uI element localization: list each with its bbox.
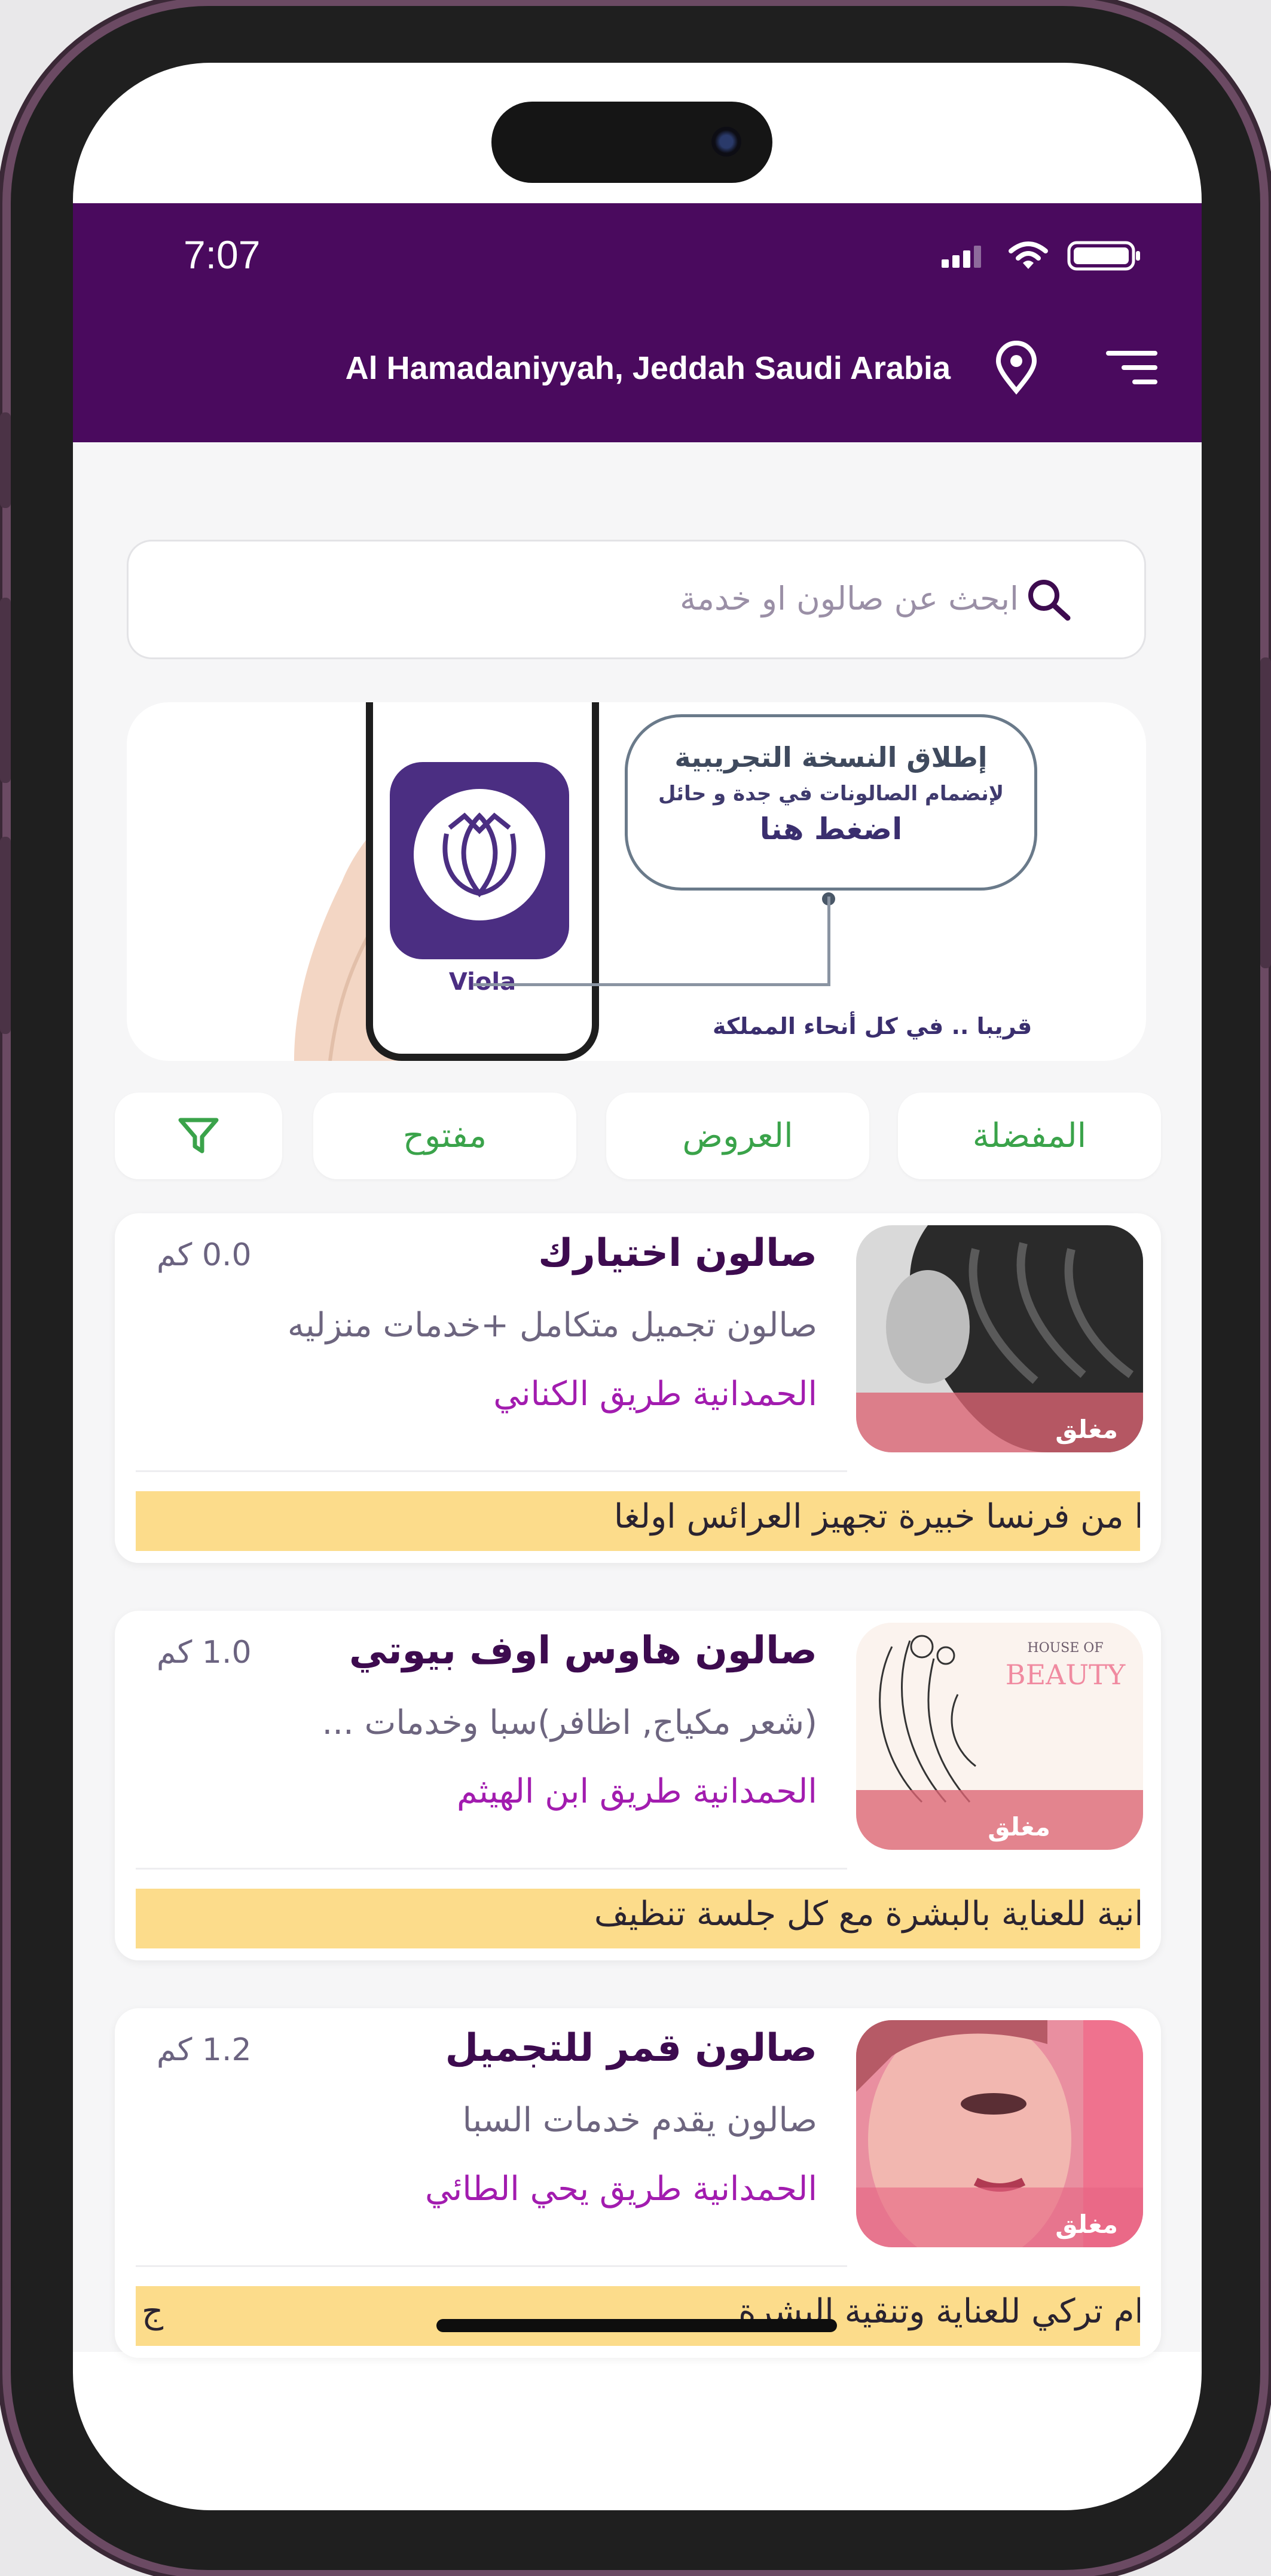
status-icons bbox=[942, 240, 1142, 271]
status-time: 7:07 bbox=[184, 232, 261, 277]
promo-ticker: ام تركي للعناية وتنقية البشرة ج bbox=[136, 2286, 1140, 2346]
salon-distance: 1.0 كم bbox=[157, 1635, 252, 1671]
salon-name[interactable]: صالون اختيارك bbox=[538, 1231, 817, 1275]
status-badge: مغلق bbox=[988, 1812, 1050, 1841]
salon-name[interactable]: صالون قمر للتجميل bbox=[445, 2026, 817, 2070]
promo-ticker: ا من فرنسا خبيرة تجهيز العرائس اولغا bbox=[136, 1491, 1140, 1551]
banner-cta-bubble[interactable]: إطلاق النسخة التجريبية لإنضمام الصالونات… bbox=[625, 714, 1037, 891]
salon-address: الحمدانية طريق يحي الطائي bbox=[424, 2170, 817, 2208]
app: 7:07 Al Hamadaniyyah, Jeddah Saudi Arabi… bbox=[73, 203, 1202, 2358]
status-badge: مغلق bbox=[1055, 1415, 1118, 1444]
salon-image: HOUSE OF BEAUTY مغلق bbox=[856, 1623, 1143, 1850]
connector-line bbox=[473, 983, 830, 986]
signal-icon bbox=[942, 246, 981, 268]
salon-image: مغلق bbox=[856, 1225, 1143, 1452]
banner-line1: إطلاق النسخة التجريبية bbox=[674, 741, 988, 773]
promo-banner[interactable]: Viola إطلاق النسخة التجريبية لإنضمام الص… bbox=[127, 702, 1146, 1061]
salon-description: صالون تجميل متكامل +خدمات منزليه bbox=[287, 1306, 817, 1345]
search-placeholder: ابحث عن صالون او خدمة bbox=[680, 580, 1019, 617]
promo-text-next: ج bbox=[142, 2292, 164, 2331]
wifi-icon bbox=[1009, 241, 1048, 269]
home-indicator[interactable] bbox=[436, 2319, 837, 2332]
logo-text-main: BEAUTY bbox=[1005, 1659, 1126, 1691]
salon-card[interactable]: مغلق صالون اختيارك 0.0 كم صالون تجميل مت… bbox=[115, 1213, 1161, 1563]
current-location[interactable]: Al Hamadaniyyah, Jeddah Saudi Arabia bbox=[346, 350, 951, 387]
app-header: 7:07 Al Hamadaniyyah, Jeddah Saudi Arabi… bbox=[73, 203, 1202, 442]
camera-icon bbox=[711, 127, 741, 157]
salon-description: (شعر مكياج, اظافر)سبا وخدمات ... bbox=[322, 1703, 817, 1742]
divider bbox=[136, 1868, 847, 1870]
filter-button[interactable] bbox=[115, 1093, 282, 1179]
salon-address: الحمدانية طريق الكناني bbox=[493, 1375, 817, 1414]
banner-cta[interactable]: اضغط هنا bbox=[628, 812, 1034, 846]
salon-card[interactable]: مغلق صالون قمر للتجميل 1.2 كم صالون يقدم… bbox=[115, 2008, 1161, 2358]
location-pin-icon[interactable] bbox=[992, 341, 1040, 397]
search-icon[interactable] bbox=[1025, 576, 1073, 626]
salon-address: الحمدانية طريق ابن الهيثم bbox=[456, 1772, 817, 1811]
menu-icon[interactable] bbox=[1106, 350, 1160, 388]
filter-open-chip[interactable]: مفتوح bbox=[313, 1093, 576, 1179]
viola-label: Viola bbox=[448, 968, 517, 996]
divider bbox=[136, 2265, 847, 2267]
connector-line bbox=[827, 897, 830, 986]
promo-ticker: انية للعناية بالبشرة مع كل جلسة تنظيف bbox=[136, 1889, 1140, 1948]
volume-up-button bbox=[0, 598, 11, 783]
power-button bbox=[1260, 657, 1271, 968]
salon-name[interactable]: صالون هاوس اوف بيوتي bbox=[349, 1629, 817, 1673]
status-badge: مغلق bbox=[1055, 2210, 1118, 2239]
phone-screen: 7:07 Al Hamadaniyyah, Jeddah Saudi Arabi… bbox=[73, 63, 1202, 2510]
divider bbox=[136, 1470, 847, 1472]
promo-text: ا من فرنسا خبيرة تجهيز العرائس اولغا bbox=[613, 1497, 1140, 1536]
volume-down-button bbox=[0, 837, 11, 1034]
banner-footer: قريبا .. في كل أنحاء المملكة bbox=[713, 1013, 1032, 1039]
filter-chips: مفتوح العروض المفضلة bbox=[115, 1093, 1161, 1179]
salon-description: صالون يقدم خدمات السبا bbox=[462, 2101, 817, 2140]
filter-offers-chip[interactable]: العروض bbox=[606, 1093, 869, 1179]
promo-text: انية للعناية بالبشرة مع كل جلسة تنظيف bbox=[594, 1895, 1140, 1933]
salon-image: مغلق bbox=[856, 2020, 1143, 2247]
search-input[interactable]: ابحث عن صالون او خدمة bbox=[127, 540, 1146, 659]
side-button bbox=[0, 412, 11, 508]
salon-distance: 1.2 كم bbox=[157, 2032, 252, 2068]
dynamic-island bbox=[491, 102, 772, 183]
viola-app-icon bbox=[390, 762, 569, 959]
salon-card[interactable]: HOUSE OF BEAUTY مغلق صالون هاوس اوف بيوت… bbox=[115, 1611, 1161, 1960]
filter-icon bbox=[178, 1118, 219, 1153]
phone-illustration: Viola bbox=[366, 702, 599, 1061]
battery-icon bbox=[1067, 241, 1140, 271]
salon-distance: 0.0 كم bbox=[157, 1237, 252, 1273]
filter-favorites-chip[interactable]: المفضلة bbox=[898, 1093, 1161, 1179]
logo-text-top: HOUSE OF bbox=[1027, 1641, 1104, 1656]
banner-line2: لإنضمام الصالونات في جدة و حائل bbox=[658, 782, 1004, 806]
